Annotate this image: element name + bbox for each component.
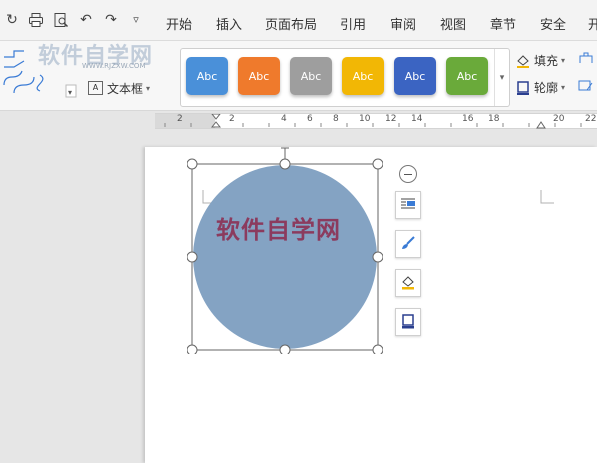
shape-fill-button[interactable] [395, 269, 421, 297]
selected-shape[interactable]: 软件自学网 [187, 147, 383, 354]
shape-effects-icon[interactable] [578, 51, 594, 65]
chevron-down-icon: ▾ [146, 83, 151, 93]
ruler-number: 18 [488, 114, 500, 124]
customize-dropdown-icon[interactable]: ▿ [128, 12, 144, 28]
right-indent-icon[interactable] [536, 118, 546, 129]
watermark-url: WWW.RJZXW.COM [82, 62, 146, 70]
outline-button[interactable]: 轮廓 ▾ [516, 79, 565, 96]
watermark-logo: 软件自学网 WWW.RJZXW.COM [38, 38, 178, 72]
ruler-number: 16 [462, 114, 474, 124]
ruler-number: 14 [411, 114, 423, 124]
print-preview-icon[interactable] [53, 12, 69, 28]
ruler-ticks [164, 123, 582, 127]
text-wrap-icon [400, 197, 416, 214]
fill-label: 填充 [534, 54, 559, 68]
shape-edit-icon[interactable] [578, 79, 594, 93]
document-page[interactable]: 软件自学网 [145, 147, 597, 463]
print-icon[interactable] [28, 12, 44, 28]
redo-prev-icon[interactable]: ↻ [4, 12, 20, 28]
ruler-number: 2 [177, 114, 183, 124]
undo-icon[interactable]: ↶ [78, 12, 94, 28]
shape-outline-button[interactable] [395, 308, 421, 336]
tab-references[interactable]: 引用 [340, 14, 366, 33]
menu-bar: ↻ ↶ ↷ ▿ 开始 插入 页面布局 引用 审阅 视图 章节 安全 开 [0, 0, 597, 41]
textbox-icon: A [88, 81, 103, 95]
shape-style-gallery: Abc Abc Abc Abc Abc Abc ▾ [180, 48, 510, 107]
textbox-label: 文本框 [107, 81, 144, 96]
ruler-number: 4 [281, 114, 287, 124]
ribbon: ▾ 软件自学网 WWW.RJZXW.COM A 文本框 ▾ Abc Abc Ab… [0, 41, 597, 111]
tab-section[interactable]: 章节 [490, 14, 516, 33]
style-gray[interactable]: Abc [290, 57, 332, 95]
style-green[interactable]: Abc [446, 57, 488, 95]
ruler-number: 10 [359, 114, 371, 124]
outline-label: 轮廓 [534, 81, 559, 95]
tab-home[interactable]: 开始 [166, 14, 192, 33]
ruler-number: 2 [229, 114, 235, 124]
textbox-button[interactable]: A 文本框 ▾ [88, 80, 150, 96]
ruler-number: 20 [553, 114, 565, 124]
tab-page-layout[interactable]: 页面布局 [265, 14, 317, 33]
tab-insert[interactable]: 插入 [216, 14, 242, 33]
ruler-number: 12 [385, 114, 397, 124]
chevron-down-icon: ▾ [561, 56, 566, 65]
indent-marker-icon[interactable] [210, 113, 222, 128]
collapse-toolbar-button[interactable] [399, 165, 417, 183]
tab-more[interactable]: 开 [588, 14, 597, 33]
fill-bucket-icon [516, 54, 530, 68]
style-blue[interactable]: Abc [186, 57, 228, 95]
tab-view[interactable]: 视图 [440, 14, 466, 33]
tab-review[interactable]: 审阅 [390, 14, 416, 33]
selection-handles[interactable] [187, 144, 383, 354]
chevron-down-icon: ▾ [561, 83, 566, 92]
layout-options-button[interactable] [395, 191, 421, 219]
ruler-number: 8 [333, 114, 339, 124]
shape-style-button[interactable] [395, 230, 421, 258]
style-navy[interactable]: Abc [394, 57, 436, 95]
fill-button[interactable]: 填充 ▾ [516, 52, 565, 69]
style-yellow[interactable]: Abc [342, 57, 384, 95]
gallery-expand-icon[interactable]: ▾ [494, 49, 509, 106]
redo-icon[interactable]: ↷ [103, 12, 119, 28]
fill-bucket-icon [400, 274, 416, 293]
horizontal-ruler[interactable]: 2 2 4 6 8 10 12 14 16 18 20 22 [155, 113, 597, 129]
minus-icon [404, 173, 412, 175]
ruler-number: 22 [585, 114, 597, 124]
brush-icon [400, 235, 416, 254]
ruler-number: 6 [307, 114, 313, 124]
outline-icon [400, 313, 416, 332]
tab-security[interactable]: 安全 [540, 14, 566, 33]
svg-text:▾: ▾ [68, 88, 72, 97]
style-orange[interactable]: Abc [238, 57, 280, 95]
outline-icon [516, 80, 530, 95]
